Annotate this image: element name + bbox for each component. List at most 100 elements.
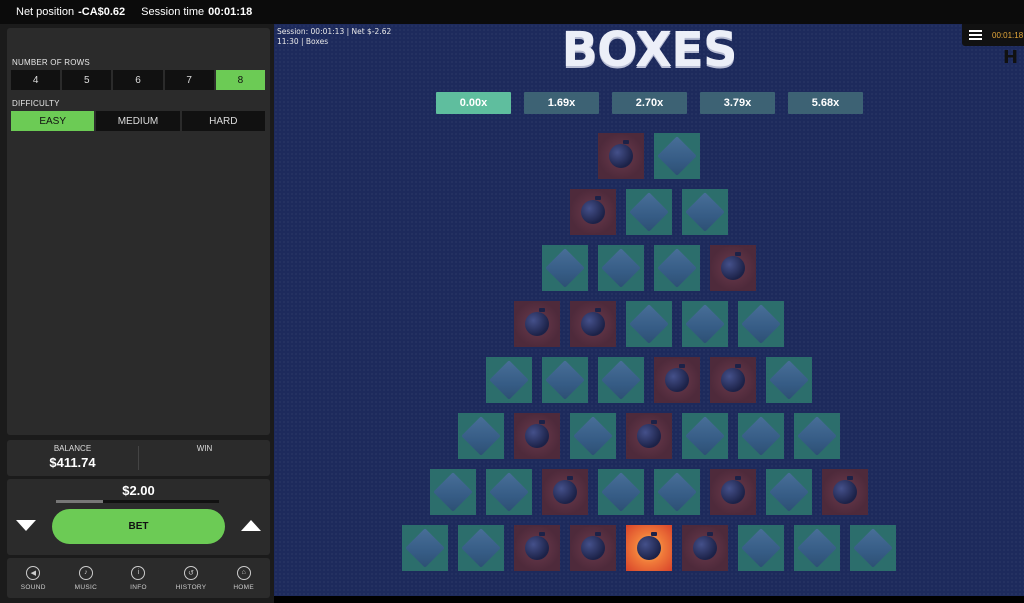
home-button[interactable]: ⌂ HOME: [217, 558, 270, 598]
bet-panel: $2.00 BET: [7, 479, 270, 555]
gem-box[interactable]: [458, 413, 504, 459]
gem-box[interactable]: [766, 357, 812, 403]
diamond-icon: [657, 472, 697, 512]
bomb-icon: [833, 476, 857, 504]
brand-symbol: H: [1003, 47, 1019, 68]
balance-panel: BALANCE $411.74 WIN: [7, 440, 270, 476]
gem-box[interactable]: [458, 525, 504, 571]
gem-box[interactable]: [402, 525, 448, 571]
exploded-bomb-box[interactable]: [626, 525, 672, 571]
bomb-box[interactable]: [710, 357, 756, 403]
history-icon: ↺: [184, 565, 199, 580]
bomb-box[interactable]: [514, 301, 560, 347]
bomb-box[interactable]: [710, 245, 756, 291]
gem-box[interactable]: [738, 525, 784, 571]
hud-bar: 00:01:18: [962, 24, 1024, 46]
history-button[interactable]: ↺ HISTORY: [165, 558, 218, 598]
bomb-icon: [637, 532, 661, 560]
diamond-icon: [685, 416, 725, 456]
gem-box[interactable]: [682, 301, 728, 347]
rows-option-4[interactable]: 4: [11, 70, 61, 90]
game-title: BOXES: [561, 22, 737, 78]
rows-label: NUMBER OF ROWS: [12, 58, 90, 67]
bet-slider-fill: [56, 500, 104, 503]
difficulty-option-hard[interactable]: HARD: [181, 111, 265, 131]
balance-value: $411.74: [49, 455, 96, 470]
rows-option-7[interactable]: 7: [164, 70, 214, 90]
gem-box[interactable]: [766, 469, 812, 515]
info-button[interactable]: i INFO: [112, 558, 165, 598]
gem-box[interactable]: [570, 413, 616, 459]
menu-icon[interactable]: [969, 30, 982, 40]
bomb-box[interactable]: [570, 525, 616, 571]
bomb-box[interactable]: [710, 469, 756, 515]
gem-box[interactable]: [850, 525, 896, 571]
bomb-icon: [693, 532, 717, 560]
bet-button[interactable]: BET: [52, 509, 225, 544]
bomb-icon: [581, 532, 605, 560]
bomb-box[interactable]: [570, 301, 616, 347]
gem-box[interactable]: [486, 357, 532, 403]
diamond-icon: [657, 248, 697, 288]
gem-box[interactable]: [682, 413, 728, 459]
gem-box[interactable]: [598, 469, 644, 515]
difficulty-option-medium[interactable]: MEDIUM: [96, 111, 180, 131]
gem-box[interactable]: [738, 413, 784, 459]
gem-box[interactable]: [682, 189, 728, 235]
gem-box[interactable]: [430, 469, 476, 515]
diamond-icon: [853, 528, 893, 568]
bomb-box[interactable]: [822, 469, 868, 515]
gem-box[interactable]: [794, 525, 840, 571]
diamond-icon: [629, 192, 669, 232]
hud-clock: 00:01:18: [992, 30, 1024, 40]
gem-box[interactable]: [626, 301, 672, 347]
gem-box[interactable]: [598, 245, 644, 291]
gem-box[interactable]: [654, 133, 700, 179]
rows-option-8[interactable]: 8: [215, 70, 266, 90]
bomb-box[interactable]: [570, 189, 616, 235]
balance-section: BALANCE $411.74: [7, 440, 138, 476]
rows-option-6[interactable]: 6: [113, 70, 163, 90]
bomb-icon: [525, 420, 549, 448]
increase-bet-icon[interactable]: [241, 520, 261, 531]
music-button[interactable]: ♪ MUSIC: [60, 558, 113, 598]
gem-box[interactable]: [542, 245, 588, 291]
diamond-icon: [461, 528, 501, 568]
bomb-icon: [609, 140, 633, 168]
net-position-value: -CA$0.62: [78, 6, 126, 18]
bomb-box[interactable]: [514, 525, 560, 571]
bomb-box[interactable]: [514, 413, 560, 459]
gem-box[interactable]: [486, 469, 532, 515]
gem-box[interactable]: [654, 469, 700, 515]
difficulty-label: DIFFICULTY: [12, 99, 60, 108]
speaker-icon: ◀: [26, 565, 41, 580]
gem-box[interactable]: [626, 189, 672, 235]
bomb-box[interactable]: [682, 525, 728, 571]
difficulty-option-easy[interactable]: EASY: [11, 111, 95, 131]
diamond-icon: [741, 304, 781, 344]
decrease-bet-icon[interactable]: [16, 520, 36, 531]
gem-box[interactable]: [598, 357, 644, 403]
diamond-icon: [489, 472, 529, 512]
gem-box[interactable]: [542, 357, 588, 403]
diamond-icon: [685, 304, 725, 344]
sound-button[interactable]: ◀ SOUND: [7, 558, 60, 598]
bomb-icon: [525, 532, 549, 560]
gem-box[interactable]: [794, 413, 840, 459]
bomb-icon: [581, 308, 605, 336]
bomb-icon: [721, 252, 745, 280]
sound-label: SOUND: [20, 583, 46, 591]
bet-slider[interactable]: [56, 500, 219, 503]
rows-option-5[interactable]: 5: [62, 70, 112, 90]
gem-box[interactable]: [738, 301, 784, 347]
win-section: WIN: [139, 440, 270, 476]
gem-box[interactable]: [654, 245, 700, 291]
bomb-box[interactable]: [626, 413, 672, 459]
difficulty-selector: EASY MEDIUM HARD: [11, 111, 265, 131]
bomb-box[interactable]: [598, 133, 644, 179]
history-label: HISTORY: [175, 583, 207, 591]
bomb-box[interactable]: [542, 469, 588, 515]
bomb-box[interactable]: [654, 357, 700, 403]
diamond-icon: [601, 472, 641, 512]
diamond-icon: [545, 360, 585, 400]
